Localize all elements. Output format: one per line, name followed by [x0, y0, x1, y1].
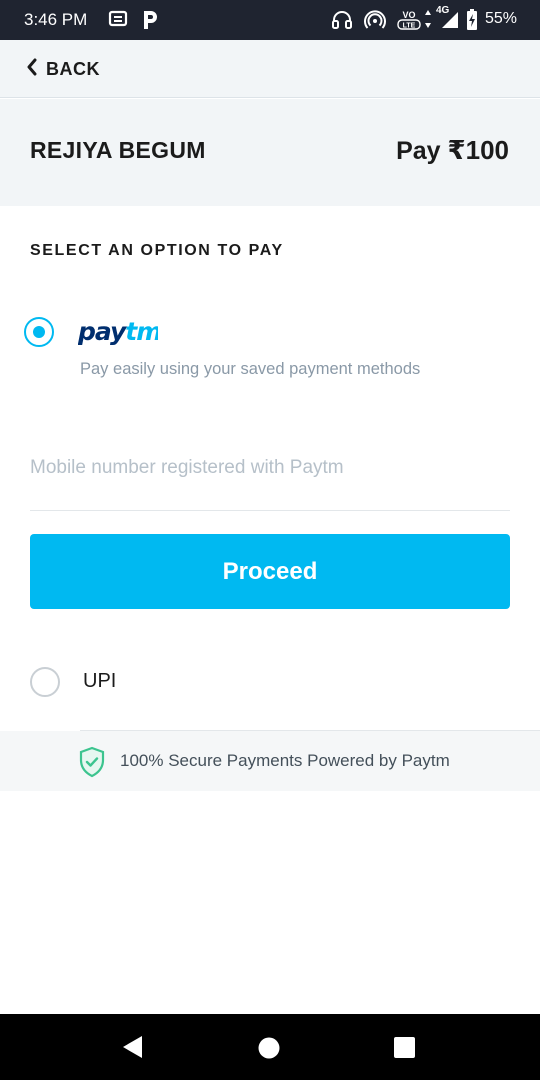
shield-check-icon [78, 746, 106, 783]
amount-value: ₹100 [447, 135, 509, 165]
payee-name: REJIYA BEGUM [30, 137, 206, 163]
battery-icon [466, 9, 478, 36]
status-bar: 3:46 PM VO LTE 4G 55% [0, 0, 540, 40]
pay-prefix: Pay [396, 137, 448, 165]
section-title: SELECT AN OPTION TO PAY [30, 242, 284, 259]
battery-percent: 55% [485, 10, 518, 27]
system-nav-bar [0, 1014, 540, 1080]
input-underline [30, 510, 510, 511]
top-bar: BACK [0, 40, 540, 98]
back-button[interactable]: BACK [26, 58, 100, 81]
volte-icon: VO LTE [397, 8, 421, 37]
headset-icon [331, 9, 353, 36]
svg-text:paytm: paytm [78, 317, 158, 346]
recents-square-icon[interactable] [393, 1036, 416, 1064]
mobile-number-input[interactable] [30, 446, 510, 490]
svg-text:LTE: LTE [403, 23, 416, 30]
paytm-logo: paytm paytm [77, 313, 162, 354]
back-label: BACK [46, 59, 100, 79]
back-triangle-icon[interactable] [120, 1034, 146, 1065]
proceed-button[interactable]: Proceed [30, 534, 510, 609]
pay-amount: Pay ₹100 [396, 135, 509, 166]
data-arrows-icon [424, 9, 432, 34]
home-circle-icon[interactable] [257, 1036, 281, 1065]
paytm-brand-tm: tm [125, 317, 158, 346]
signal-icon [441, 11, 459, 34]
paytm-brand-pay: pay [78, 317, 128, 346]
parking-icon [140, 9, 160, 36]
paytm-radio[interactable] [24, 317, 54, 347]
chevron-left-icon [26, 58, 38, 81]
paytm-description: Pay easily using your saved payment meth… [80, 360, 421, 378]
secure-payments-banner: 100% Secure Payments Powered by Paytm [0, 731, 540, 791]
upi-label[interactable]: UPI [83, 670, 116, 693]
secure-payments-text: 100% Secure Payments Powered by Paytm [120, 751, 450, 770]
hotspot-icon [364, 9, 386, 36]
svg-text:VO: VO [402, 10, 415, 20]
payee-summary: REJIYA BEGUM Pay ₹100 [0, 99, 540, 206]
upi-radio[interactable] [30, 667, 60, 697]
message-icon [108, 9, 128, 34]
status-time: 3:46 PM [24, 10, 88, 29]
